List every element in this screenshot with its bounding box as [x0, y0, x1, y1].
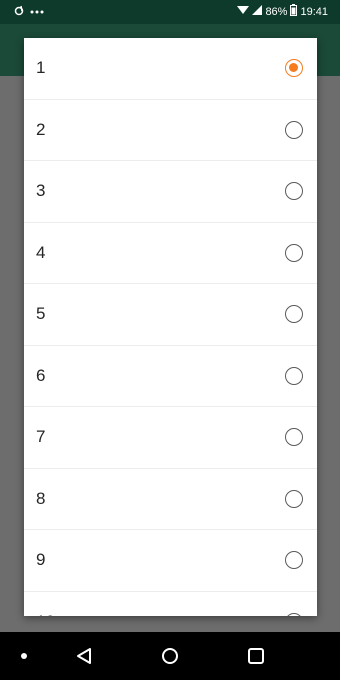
radio-button-selected[interactable]	[285, 59, 303, 78]
option-row-9[interactable]: 9	[24, 530, 317, 592]
navigation-bar	[0, 632, 340, 680]
back-icon[interactable]	[72, 644, 96, 668]
option-label: 7	[36, 427, 46, 447]
option-label: 5	[36, 304, 46, 324]
radio-button[interactable]	[285, 551, 303, 570]
option-row-7[interactable]: 7	[24, 407, 317, 469]
status-bar: 86% 19:41	[0, 0, 340, 24]
option-row-1[interactable]: 1	[24, 38, 317, 100]
option-label: 2	[36, 119, 46, 139]
option-row-3[interactable]: 3	[24, 161, 317, 223]
option-label: 8	[36, 488, 46, 508]
option-row-5[interactable]: 5	[24, 284, 317, 346]
radio-button[interactable]	[285, 366, 303, 385]
option-row-6[interactable]: 6	[24, 346, 317, 407]
radio-button[interactable]	[285, 428, 303, 447]
option-label: 4	[36, 242, 46, 262]
number-picker-dialog: 1 2 3 4 5 6 7 8 9 10	[24, 38, 317, 616]
option-label: 3	[36, 181, 46, 201]
option-label: 6	[36, 365, 46, 385]
option-label: 1	[36, 58, 46, 78]
option-label: 10	[36, 612, 55, 616]
radio-button[interactable]	[285, 612, 303, 616]
battery-icon	[290, 3, 298, 21]
signal-icon	[252, 4, 263, 20]
option-row-10[interactable]: 10	[24, 592, 317, 616]
radio-button[interactable]	[285, 182, 303, 201]
option-row-8[interactable]: 8	[24, 469, 317, 530]
dots-icon	[30, 3, 44, 21]
radio-button[interactable]	[285, 305, 303, 324]
status-time: 19:41	[300, 6, 328, 18]
option-label: 9	[36, 550, 46, 570]
dot-icon[interactable]	[12, 644, 36, 668]
status-right: 86% 19:41	[237, 3, 328, 21]
recents-icon[interactable]	[244, 644, 268, 668]
home-icon[interactable]	[158, 644, 182, 668]
battery-percent: 86%	[265, 6, 288, 18]
wifi-icon	[237, 4, 250, 20]
radio-button[interactable]	[285, 120, 303, 139]
radio-button[interactable]	[285, 243, 303, 262]
notification-icon	[14, 3, 24, 21]
status-left	[14, 4, 44, 20]
option-row-2[interactable]: 2	[24, 100, 317, 161]
option-row-4[interactable]: 4	[24, 223, 317, 284]
radio-button[interactable]	[285, 489, 303, 508]
